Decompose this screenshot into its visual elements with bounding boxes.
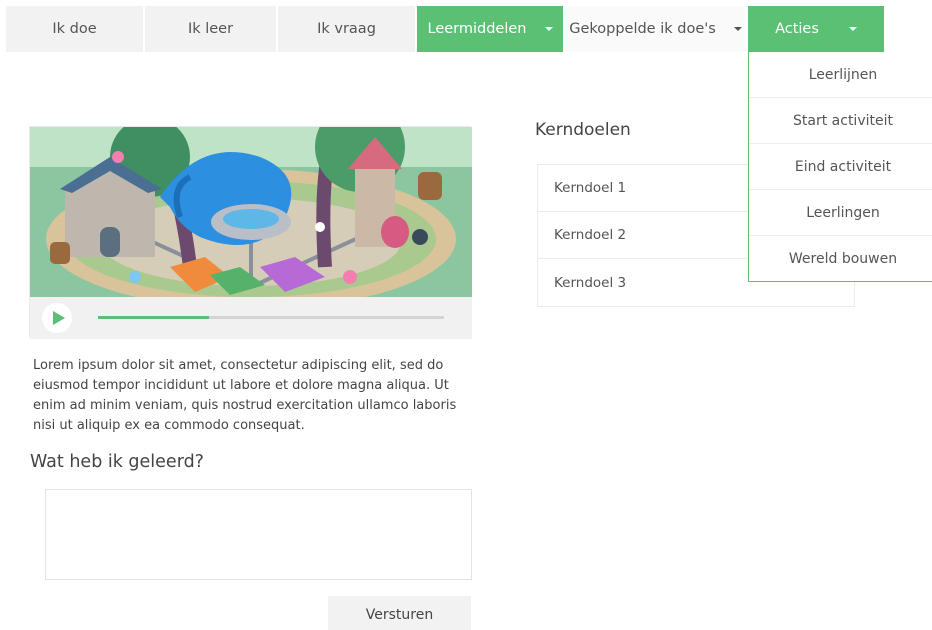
progress-bar[interactable] <box>98 316 444 319</box>
tab-ik-doe[interactable]: Ik doe <box>6 6 143 52</box>
tab-label: Leermiddelen <box>427 21 527 37</box>
tab-ik-leer[interactable]: Ik leer <box>145 6 276 52</box>
menu-item-eind-activiteit[interactable]: Eind activiteit <box>749 144 932 190</box>
menu-item-leerlingen[interactable]: Leerlingen <box>749 190 932 236</box>
kerndoelen-title: Kerndoelen <box>535 120 631 140</box>
tab-leermiddelen[interactable]: Leermiddelen <box>417 6 563 52</box>
caret-down-icon <box>544 27 553 31</box>
caret-down-icon <box>848 27 857 31</box>
video-player <box>29 126 472 339</box>
video-controls <box>30 297 472 339</box>
learned-answer-field[interactable] <box>45 489 472 580</box>
caret-down-icon <box>733 27 742 31</box>
tab-label: Ik doe <box>52 21 97 37</box>
tab-ik-vraag[interactable]: Ik vraag <box>278 6 415 52</box>
tab-gekoppelde-ik-does[interactable]: Gekoppelde ik doe's <box>565 6 746 52</box>
tab-label: Acties <box>775 21 819 37</box>
progress-bar-fill <box>98 316 209 319</box>
learned-heading: Wat heb ik geleerd? <box>30 452 204 472</box>
menu-item-start-activiteit[interactable]: Start activiteit <box>749 98 932 144</box>
play-button[interactable] <box>42 303 72 333</box>
actions-dropdown-menu: Leerlijnen Start activiteit Eind activit… <box>748 52 932 282</box>
menu-item-leerlijnen[interactable]: Leerlijnen <box>749 52 932 98</box>
menu-item-wereld-bouwen[interactable]: Wereld bouwen <box>749 236 932 282</box>
play-icon <box>52 311 65 325</box>
submit-button[interactable]: Versturen <box>328 596 471 630</box>
tab-label: Gekoppelde ik doe's <box>569 21 716 37</box>
description-text: Lorem ipsum dolor sit amet, consectetur … <box>33 358 457 433</box>
tab-label: Ik vraag <box>317 21 376 37</box>
tab-label: Ik leer <box>187 21 234 37</box>
tab-acties[interactable]: Acties <box>748 6 884 52</box>
video-thumbnail <box>30 127 472 297</box>
